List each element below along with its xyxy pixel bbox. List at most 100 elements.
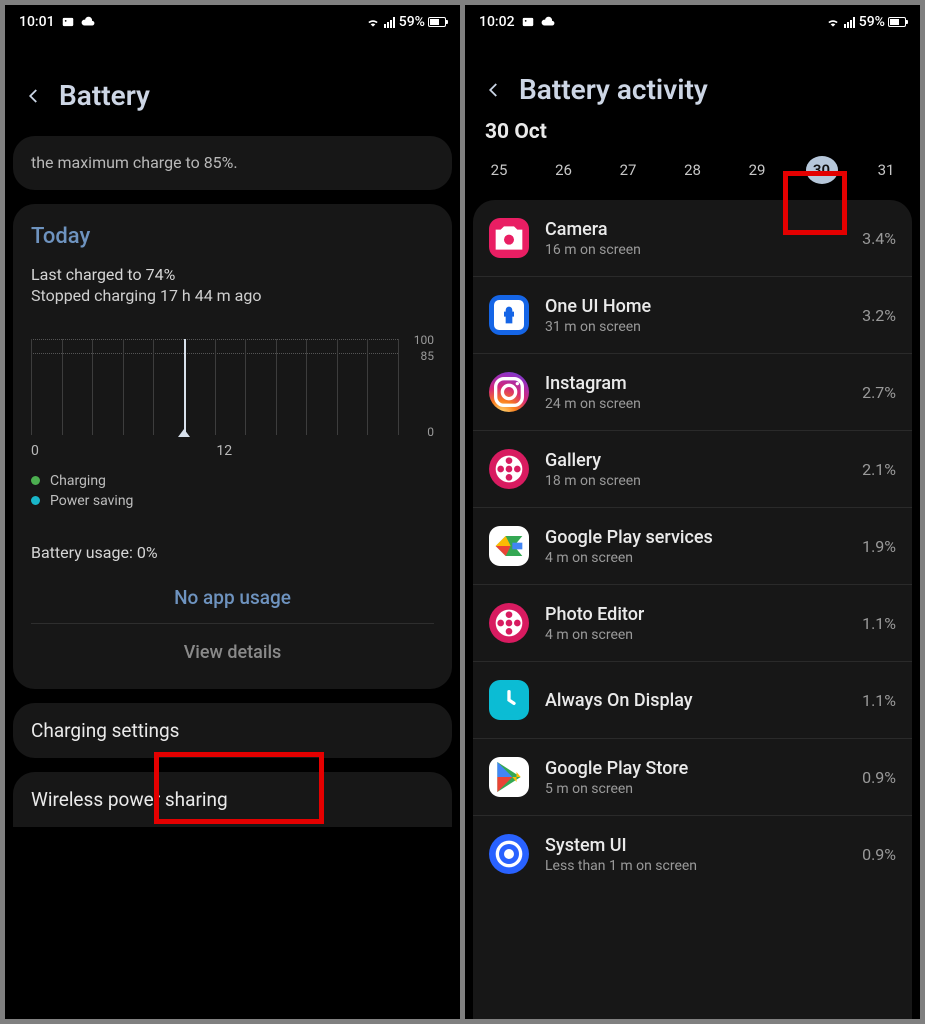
photo-icon [489,603,529,643]
app-percent: 2.7% [862,383,896,402]
app-name: Photo Editor [545,604,846,625]
battery-chart[interactable]: 100 85 0 0 12 [31,329,434,459]
back-icon[interactable] [483,79,505,101]
wireless-power-sharing-label: Wireless power sharing [31,788,434,811]
x-label-0: 0 [31,443,39,459]
instagram-icon [489,372,529,412]
app-subtext: 31 m on screen [545,319,846,335]
charging-settings-label: Charging settings [31,719,434,742]
x-label-12: 12 [216,443,232,459]
wireless-power-sharing-row[interactable]: Wireless power sharing [13,772,452,827]
app-name: Instagram [545,373,846,394]
app-percent: 1.1% [862,691,896,710]
store-icon [489,757,529,797]
header: Battery activity [465,39,920,120]
stopped-charging-text: Stopped charging 17 h 44 m ago [31,286,434,305]
app-name: Google Play Store [545,758,846,779]
chart-legend: Charging Power saving [31,473,434,509]
app-percent: 2.1% [862,460,896,479]
app-subtext: 18 m on screen [545,473,846,489]
protect-battery-card[interactable]: the maximum charge to 85%. [13,136,452,190]
status-battery: 59% [859,14,906,30]
header: Battery [5,39,460,142]
gallery-icon [489,449,529,489]
protect-battery-text: the maximum charge to 85%. [31,152,434,174]
legend-dot-powersaving [31,496,40,505]
y-label-85: 85 [421,349,435,363]
day-selector[interactable]: 25 26 27 28 29 30 31 [465,156,920,194]
app-row-system-ui[interactable]: System UI Less than 1 m on screen 0.9% [473,816,912,892]
image-icon [521,15,535,29]
image-icon [61,15,75,29]
app-name: One UI Home [545,296,846,317]
app-percent: 3.2% [862,306,896,325]
app-subtext: 4 m on screen [545,550,846,566]
status-bar: 10:02 59% [465,5,920,39]
screen-battery: 10:01 59% Battery the maximum charge [5,5,460,1019]
screen-battery-activity: 10:02 59% Battery activity 30 Oct 25 26 27… [465,5,920,1019]
legend-powersaving: Power saving [50,493,133,509]
app-percent: 0.9% [862,768,896,787]
page-title: Battery activity [519,73,708,106]
app-percent: 0.9% [862,845,896,864]
day-26[interactable]: 26 [548,156,580,184]
status-time: 10:01 [19,14,55,30]
day-31[interactable]: 31 [870,156,902,184]
app-row-google-play-store[interactable]: Google Play Store 5 m on screen 0.9% [473,739,912,816]
app-name: System UI [545,835,846,856]
date-heading: 30 Oct [465,120,920,156]
day-28[interactable]: 28 [677,156,709,184]
home-icon [489,295,529,335]
signal-icon [384,16,395,28]
y-label-0: 0 [427,425,434,439]
today-card: Today Last charged to 74% Stopped chargi… [13,204,452,689]
day-25[interactable]: 25 [483,156,515,184]
wifi-icon [826,15,840,29]
app-subtext: Less than 1 m on screen [545,858,846,874]
status-time: 10:02 [479,14,515,30]
app-row-camera[interactable]: Camera 16 m on screen 3.4% [473,200,912,277]
view-details-button[interactable]: View details [31,624,434,669]
y-label-100: 100 [414,333,434,347]
last-charged-text: Last charged to 74% [31,265,434,284]
back-icon[interactable] [23,85,45,107]
cloud-icon [81,15,95,29]
app-row-gallery[interactable]: Gallery 18 m on screen 2.1% [473,431,912,508]
today-heading: Today [31,224,434,249]
app-percent: 3.4% [862,229,896,248]
day-29[interactable]: 29 [741,156,773,184]
legend-dot-charging [31,476,40,485]
app-subtext: 24 m on screen [545,396,846,412]
app-usage-list: Camera 16 m on screen 3.4% One UI Home 31 m … [473,200,912,1019]
aod-icon [489,680,529,720]
no-app-usage: No app usage [31,586,434,609]
app-row-google-play-services[interactable]: Google Play services 4 m on screen 1.9% [473,508,912,585]
battery-usage-text: Battery usage: 0% [31,543,434,562]
app-subtext: 4 m on screen [545,627,846,643]
app-row-instagram[interactable]: Instagram 24 m on screen 2.7% [473,354,912,431]
app-row-photo-editor[interactable]: Photo Editor 4 m on screen 1.1% [473,585,912,662]
app-name: Always On Display [545,690,846,711]
app-name: Gallery [545,450,846,471]
day-30[interactable]: 30 [806,156,838,184]
app-subtext: 16 m on screen [545,242,846,258]
play-icon [489,526,529,566]
day-27[interactable]: 27 [612,156,644,184]
app-row-always-on-display[interactable]: Always On Display 1.1% [473,662,912,739]
charging-settings-row[interactable]: Charging settings [13,703,452,758]
app-subtext: 5 m on screen [545,781,846,797]
app-percent: 1.9% [862,537,896,556]
cloud-icon [541,15,555,29]
status-bar: 10:01 59% [5,5,460,39]
signal-icon [844,16,855,28]
sysui-icon [489,834,529,874]
app-row-one-ui-home[interactable]: One UI Home 31 m on screen 3.2% [473,277,912,354]
app-name: Camera [545,219,846,240]
page-title: Battery [59,79,150,112]
wifi-icon [366,15,380,29]
app-name: Google Play services [545,527,846,548]
camera-icon [489,218,529,258]
app-percent: 1.1% [862,614,896,633]
status-battery: 59% [399,14,446,30]
legend-charging: Charging [50,473,106,489]
